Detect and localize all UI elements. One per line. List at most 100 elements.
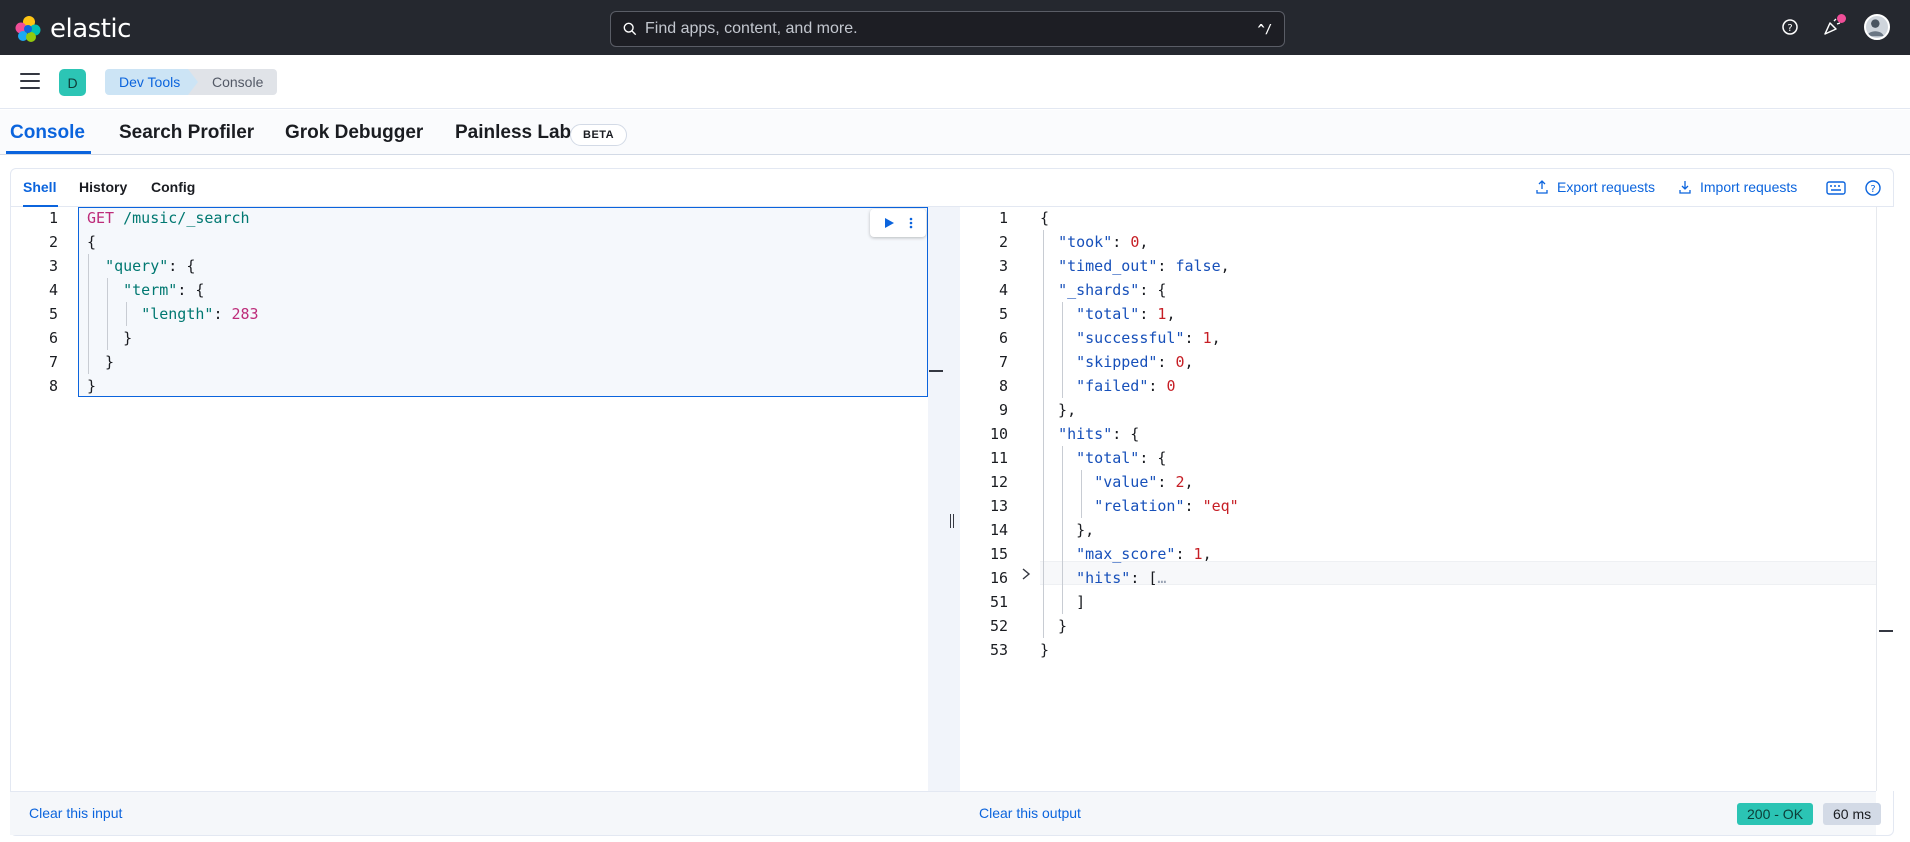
- request-actions: [870, 209, 926, 237]
- user-avatar[interactable]: [1864, 14, 1890, 40]
- import-icon: [1679, 181, 1691, 194]
- response-line: }: [1040, 641, 1050, 659]
- line-number: 1: [998, 209, 1008, 227]
- search-input[interactable]: [645, 20, 1258, 38]
- response-line: "took": 0,: [1058, 233, 1149, 251]
- response-line: },: [1040, 401, 1077, 419]
- request-path: /music/_search: [114, 209, 250, 227]
- request-line: GET /music/_search: [87, 206, 250, 230]
- search-shortcut-hint: ^/: [1257, 22, 1272, 36]
- response-line: "skipped": 0,: [1076, 353, 1194, 371]
- response-scrollbar[interactable]: [1876, 207, 1894, 791]
- send-request-icon[interactable]: [883, 217, 895, 229]
- global-search[interactable]: ^/: [610, 11, 1285, 47]
- response-line: }: [1040, 617, 1068, 635]
- response-line: "hits": {: [1058, 425, 1140, 443]
- request-line: "term": {: [123, 281, 205, 299]
- line-number: 16: [989, 569, 1008, 587]
- clear-input-button[interactable]: Clear this input: [29, 805, 122, 821]
- line-number: 4: [48, 281, 58, 299]
- help-icon[interactable]: ?: [1864, 179, 1882, 197]
- breadcrumb-console: Console: [188, 69, 278, 95]
- line-number: 51: [989, 593, 1008, 611]
- response-line: "total": 1,: [1076, 305, 1176, 323]
- svg-text:?: ?: [1870, 184, 1875, 195]
- response-line: {: [1040, 209, 1050, 227]
- scroll-marker: [929, 370, 943, 372]
- line-number: 6: [48, 329, 58, 347]
- response-line: "failed": 0: [1076, 377, 1176, 395]
- response-line: "max_score": 1,: [1076, 545, 1212, 563]
- resize-grip-icon[interactable]: [950, 514, 954, 528]
- top-header: elastic ^/ ?: [0, 0, 1910, 55]
- request-line: "query": {: [105, 257, 196, 275]
- export-requests-button[interactable]: Export requests: [1535, 179, 1655, 195]
- help-icon[interactable]: ?: [1780, 17, 1800, 37]
- http-method: GET: [87, 209, 115, 227]
- line-number: 4: [998, 281, 1008, 299]
- subtab-history[interactable]: History: [79, 179, 127, 195]
- menu-toggle-button[interactable]: [20, 73, 40, 91]
- import-requests-button[interactable]: Import requests: [1678, 179, 1797, 195]
- line-number: 12: [989, 473, 1008, 491]
- response-line: "_shards": {: [1058, 281, 1167, 299]
- chevron-right-icon[interactable]: [1021, 567, 1031, 581]
- user-avatar-icon: [1866, 19, 1884, 37]
- line-number: 6: [998, 329, 1008, 347]
- line-number: 8: [48, 377, 58, 395]
- tab-grok-debugger[interactable]: Grok Debugger: [285, 122, 423, 144]
- line-number: 3: [48, 257, 58, 275]
- search-icon: [623, 22, 637, 36]
- tab-search-profiler[interactable]: Search Profiler: [119, 122, 254, 144]
- more-actions-icon[interactable]: [908, 216, 914, 230]
- response-line: "timed_out": false,: [1058, 257, 1230, 275]
- line-number: 13: [989, 497, 1008, 515]
- request-line: }: [87, 377, 97, 395]
- clear-output-button[interactable]: Clear this output: [979, 805, 1081, 821]
- export-icon: [1536, 180, 1548, 194]
- export-requests-label: Export requests: [1557, 179, 1656, 195]
- space-avatar[interactable]: D: [59, 69, 86, 96]
- logo-text: elastic: [50, 14, 131, 44]
- notification-dot: [1837, 14, 1846, 23]
- request-scroll-gutter: [928, 207, 944, 791]
- line-number: 9: [998, 401, 1008, 419]
- keyboard-shortcuts-icon[interactable]: [1826, 180, 1846, 196]
- notifications-button[interactable]: [1822, 14, 1846, 37]
- elastic-logo-icon: [15, 16, 41, 42]
- line-number: 8: [998, 377, 1008, 395]
- response-line: "value": 2,: [1094, 473, 1194, 491]
- line-number: 7: [998, 353, 1008, 371]
- tab-console[interactable]: Console: [10, 122, 85, 144]
- line-number: 1: [48, 209, 58, 227]
- active-tab-indicator: [6, 151, 91, 154]
- console-footer: [10, 791, 1876, 835]
- response-time-badge: 60 ms: [1823, 803, 1882, 825]
- breadcrumb-bar: D Dev Tools Console: [0, 55, 1910, 109]
- response-line: "relation": "eq": [1094, 497, 1239, 515]
- response-line: },: [1040, 521, 1095, 539]
- line-number: 7: [48, 353, 58, 371]
- line-number: 5: [998, 305, 1008, 323]
- line-number: 5: [48, 305, 58, 323]
- line-number: 2: [998, 233, 1008, 251]
- line-number: 11: [989, 449, 1008, 467]
- subtab-config[interactable]: Config: [151, 179, 195, 195]
- import-requests-label: Import requests: [1700, 179, 1798, 195]
- line-number: 15: [989, 545, 1008, 563]
- beta-badge: BETA: [570, 124, 628, 146]
- response-line: ]: [1040, 593, 1086, 611]
- response-line: "successful": 1,: [1076, 329, 1221, 347]
- subtab-shell[interactable]: Shell: [23, 179, 56, 195]
- dev-tools-tabs: Console Search Profiler Grok Debugger Pa…: [0, 110, 1910, 155]
- status-badge: 200 - OK: [1737, 803, 1814, 825]
- request-line: }: [87, 353, 115, 371]
- request-line: }: [87, 329, 133, 347]
- tab-painless-lab[interactable]: Painless Lab: [455, 122, 571, 144]
- elastic-logo[interactable]: elastic: [14, 14, 131, 44]
- breadcrumb-dev-tools[interactable]: Dev Tools: [105, 69, 200, 95]
- line-number: 3: [998, 257, 1008, 275]
- request-line: {: [87, 233, 97, 251]
- line-number: 52: [989, 617, 1008, 635]
- response-line: "hits": […: [1076, 569, 1167, 587]
